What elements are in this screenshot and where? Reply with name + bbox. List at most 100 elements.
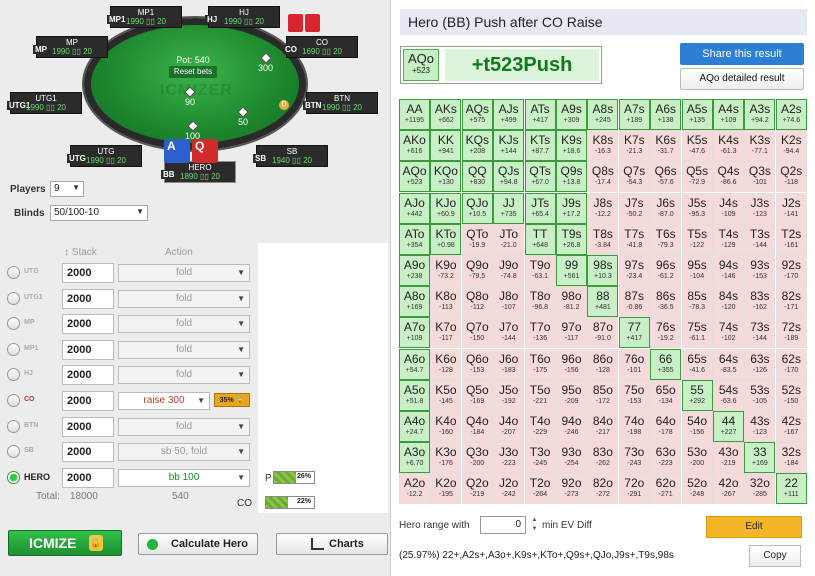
range-cell[interactable]: A5o +51.8 — [399, 379, 430, 411]
range-cell[interactable]: KQs +208 — [461, 130, 493, 162]
player-action-select[interactable]: bb 100 ▼ — [118, 468, 250, 487]
range-cell[interactable]: A9o +238 — [399, 255, 430, 286]
player-stack-input[interactable]: 2000 — [62, 314, 114, 335]
range-cell[interactable]: J9o -74.8 — [493, 255, 525, 286]
range-cell[interactable]: J2s -141 — [775, 192, 807, 224]
range-cell[interactable]: 54o -156 — [681, 411, 713, 442]
range-cell[interactable]: KTo +0.98 — [430, 223, 462, 255]
range-cell[interactable]: 92s -170 — [775, 255, 807, 286]
range-cell[interactable]: 63s -126 — [744, 348, 776, 380]
range-cell[interactable]: 86o -128 — [587, 348, 619, 380]
player-stack-input[interactable]: 2000 — [62, 442, 114, 463]
range-cell[interactable]: 52o -248 — [681, 473, 713, 505]
range-cell[interactable]: T9o -63.1 — [524, 255, 556, 286]
range-cell[interactable]: QQ +830 — [461, 161, 493, 193]
range-percent-badge[interactable]: 35% 🔒 — [214, 393, 250, 407]
range-cell[interactable]: 85o -172 — [587, 379, 619, 411]
range-cell[interactable]: 54s -63.6 — [713, 379, 744, 411]
range-cell[interactable]: 95s -104 — [681, 255, 713, 286]
range-cell[interactable]: 82o -272 — [587, 473, 619, 505]
range-cell[interactable]: T4s -129 — [713, 223, 744, 255]
player-stack-input[interactable]: 2000 — [62, 391, 114, 411]
range-cell[interactable]: 42s -167 — [775, 411, 807, 442]
range-cell[interactable]: 33 +169 — [744, 442, 776, 474]
range-cell[interactable]: 77 +417 — [618, 317, 650, 349]
range-cell[interactable]: J7o -144 — [493, 317, 525, 349]
range-cell[interactable]: J4s -109 — [713, 192, 744, 224]
hero-cards[interactable]: A Q — [164, 139, 222, 163]
range-cell[interactable]: 65s -41.6 — [681, 348, 713, 380]
range-cell[interactable]: J4o -207 — [493, 411, 525, 442]
player-radio[interactable] — [7, 342, 20, 356]
range-cell[interactable]: 96s -61.2 — [650, 255, 682, 286]
range-cell[interactable]: K5s -47.6 — [681, 130, 713, 162]
player-radio[interactable] — [7, 445, 20, 459]
range-cell[interactable]: 65o -134 — [650, 379, 682, 411]
range-cell[interactable]: A3o +6.70 — [399, 442, 430, 474]
range-cell[interactable]: J2o -242 — [493, 473, 525, 505]
range-cell[interactable]: 52s -150 — [775, 379, 807, 411]
seat-btn[interactable]: BTN BTN 1990 ▯▯ 20 — [303, 92, 378, 114]
player-stack-input[interactable]: 2000 — [62, 365, 114, 386]
range-cell[interactable]: KJs +144 — [493, 130, 525, 162]
reset-bets-button[interactable]: Reset bets — [169, 66, 217, 78]
range-cell[interactable]: Q9s +13.8 — [556, 161, 587, 193]
range-cell[interactable]: K7s -21.3 — [618, 130, 650, 162]
range-cell[interactable]: ATs +417 — [524, 99, 556, 130]
seat-co[interactable]: CO CO 1690 ▯▯ 20 — [283, 36, 358, 58]
range-cell[interactable]: K3s -77.1 — [744, 130, 776, 162]
range-cell[interactable]: T6o -175 — [524, 348, 556, 380]
range-cell[interactable]: K9o -73.2 — [430, 255, 462, 286]
range-cell[interactable]: T2s -161 — [775, 223, 807, 255]
range-cell[interactable]: 93s -153 — [744, 255, 776, 286]
player-action-select[interactable]: fold ▼ — [118, 289, 250, 308]
range-cell[interactable]: 93o -254 — [556, 442, 587, 474]
range-cell[interactable]: 98s +10.3 — [587, 255, 619, 286]
range-cell[interactable]: Q6o -153 — [461, 348, 493, 380]
range-cell[interactable]: K7o -117 — [430, 317, 462, 349]
range-cell[interactable]: QJo +10.5 — [461, 192, 493, 224]
range-cell[interactable]: 55 +292 — [681, 379, 713, 411]
player-stack-input[interactable]: 2000 — [62, 263, 114, 283]
range-cell[interactable]: T7o -136 — [524, 317, 556, 349]
range-cell[interactable]: A2s +74.6 — [775, 99, 807, 130]
range-cell[interactable]: Q5s -72.9 — [681, 161, 713, 193]
seat-mp1[interactable]: MP1 MP1 1990 ▯▯ 20 — [107, 6, 182, 28]
range-cell[interactable]: QJs +94.8 — [493, 161, 525, 193]
range-cell[interactable]: Q9o -79.5 — [461, 255, 493, 286]
range-cell[interactable]: 43o -219 — [713, 442, 744, 474]
range-cell[interactable]: J8o -107 — [493, 286, 525, 318]
range-cell[interactable]: 86s -36.5 — [650, 286, 682, 318]
player-radio[interactable] — [7, 394, 20, 407]
range-cell[interactable]: Q7o -150 — [461, 317, 493, 349]
seat-utg[interactable]: UTG UTG 1990 ▯▯ 20 — [67, 145, 142, 167]
range-cell[interactable]: 74o -198 — [618, 411, 650, 442]
range-cell[interactable]: QTo -19.9 — [461, 223, 493, 255]
range-cell[interactable]: Q3s -101 — [744, 161, 776, 193]
range-cell[interactable]: 88 +481 — [587, 286, 619, 318]
range-cell[interactable]: 97o -117 — [556, 317, 587, 349]
range-cell[interactable]: T8s -3.84 — [587, 223, 619, 255]
player-action-select[interactable]: fold ▼ — [118, 366, 250, 385]
range-cell[interactable]: 53o -200 — [681, 442, 713, 474]
range-cell[interactable]: K8s -16.3 — [587, 130, 619, 162]
range-cell[interactable]: J7s -50.2 — [618, 192, 650, 224]
player-action-select[interactable]: raise 300 ▼ — [118, 392, 210, 410]
player-radio[interactable] — [7, 291, 20, 305]
range-cell[interactable]: 84s -120 — [713, 286, 744, 318]
seat-hj[interactable]: HJ HJ 1990 ▯▯ 20 — [205, 6, 280, 28]
detailed-result-button[interactable]: AQo detailed result — [680, 68, 804, 90]
range-cell[interactable]: AJo +442 — [399, 192, 430, 224]
range-cell[interactable]: 42o -267 — [713, 473, 744, 505]
charts-button[interactable]: Charts — [276, 533, 388, 555]
range-cell[interactable]: 75o -153 — [618, 379, 650, 411]
calculate-hero-button[interactable]: Calculate Hero — [138, 533, 258, 555]
range-cell[interactable]: 87s -0.86 — [618, 286, 650, 318]
range-cell[interactable]: 98o -81.2 — [556, 286, 587, 318]
range-cell[interactable]: 62s -170 — [775, 348, 807, 380]
range-cell[interactable]: T9s +26.8 — [556, 223, 587, 255]
range-cell[interactable]: KTs +87.7 — [524, 130, 556, 162]
range-cell[interactable]: J3o -223 — [493, 442, 525, 474]
range-cell[interactable]: 97s -23.4 — [618, 255, 650, 286]
range-cell[interactable]: 96o -156 — [556, 348, 587, 380]
